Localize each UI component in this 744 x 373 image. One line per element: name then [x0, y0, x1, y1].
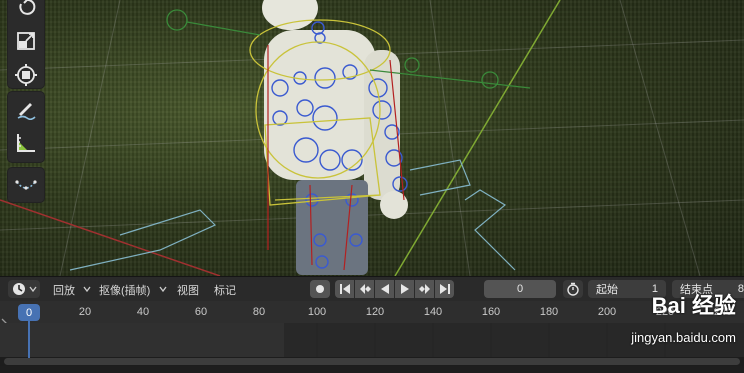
frame-range-highlight: [0, 323, 284, 357]
ruler-tick: 40: [136, 306, 150, 318]
scene-drawing: [0, 0, 744, 276]
current-frame-indicator[interactable]: 0: [18, 304, 40, 321]
chevron-down-icon: [159, 286, 167, 293]
scale-icon: [17, 32, 35, 50]
ruler-tick: 160: [481, 306, 501, 318]
ruler-tick: 120: [365, 306, 385, 318]
editor-type-menu[interactable]: [8, 280, 40, 298]
ruler-tick: 140: [423, 306, 443, 318]
jump-end-icon: [439, 284, 450, 294]
transform-icon: [15, 64, 37, 86]
curve-tool-button[interactable]: [8, 168, 44, 202]
jump-end-button[interactable]: [435, 280, 454, 298]
horizontal-scrollbar[interactable]: [4, 358, 740, 365]
transform-toolbar: [8, 0, 44, 88]
next-keyframe-icon: [418, 284, 430, 294]
annotate-toolbar: [8, 92, 44, 162]
playhead[interactable]: [28, 321, 30, 359]
jump-start-icon: [339, 284, 350, 294]
status-bar: [0, 366, 744, 373]
stopwatch-button[interactable]: [563, 280, 583, 298]
menu-view[interactable]: 视图: [177, 282, 199, 298]
record-icon: [316, 285, 324, 293]
play-reverse-button[interactable]: [375, 280, 394, 298]
frame-end-value: 8: [737, 283, 744, 295]
watermark-brand: Bai 经验: [651, 293, 736, 318]
curve-toolbar: [8, 168, 44, 202]
measure-icon: [17, 134, 35, 152]
scale-tool-button[interactable]: [8, 24, 44, 58]
play-button[interactable]: [395, 280, 414, 298]
curve-icon: [15, 180, 37, 190]
rotate-tool-button[interactable]: [8, 0, 44, 24]
current-frame-field[interactable]: 0: [484, 280, 556, 298]
chevron-down-icon: [28, 286, 37, 293]
ruler-tick: 200: [597, 306, 617, 318]
jump-start-button[interactable]: [335, 280, 354, 298]
prev-keyframe-icon: [359, 284, 371, 294]
record-button[interactable]: [310, 280, 330, 298]
transform-tool-button[interactable]: [8, 58, 44, 92]
ruler-tick: 80: [252, 306, 266, 318]
prev-keyframe-button[interactable]: [355, 280, 374, 298]
ruler-tick: 180: [539, 306, 559, 318]
watermark-url: jingyan.baidu.com: [631, 330, 736, 345]
rotate-icon: [19, 0, 36, 15]
frame-start-label: 起始: [596, 284, 618, 296]
ruler-tick: 60: [194, 306, 208, 318]
menu-keying[interactable]: 抠像(插帧): [99, 282, 150, 298]
stopwatch-icon: [567, 282, 579, 296]
annotate-icon: [17, 103, 36, 120]
menu-playback[interactable]: 回放: [53, 282, 75, 298]
next-keyframe-button[interactable]: [415, 280, 434, 298]
annotate-tool-button[interactable]: [8, 92, 44, 126]
ruler-tick: 20: [78, 306, 92, 318]
clock-icon: [12, 283, 25, 295]
play-reverse-icon: [380, 284, 389, 294]
chevron-down-icon: [83, 286, 91, 293]
3d-viewport[interactable]: [0, 0, 744, 276]
baidu-watermark: Bai 经验 jingyan.baidu.com: [631, 288, 736, 345]
play-icon: [400, 284, 409, 294]
ruler-tick: 100: [307, 306, 327, 318]
menu-marker[interactable]: 标记: [214, 282, 236, 298]
measure-tool-button[interactable]: [8, 126, 44, 160]
